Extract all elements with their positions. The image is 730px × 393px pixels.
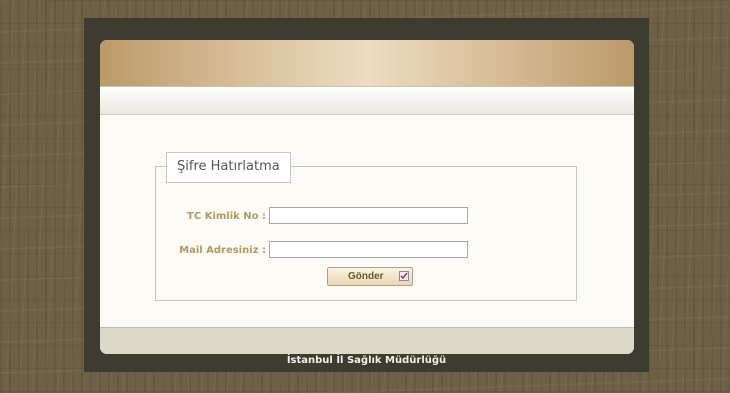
tc-kimlik-input[interactable] [269,207,468,224]
tc-kimlik-label: TC Kimlik No : [187,211,266,222]
panel-header-banner [100,40,634,87]
fieldset-legend: Şifre Hatırlatma [166,152,291,183]
page-frame: Şifre Hatırlatma TC Kimlik No : Mail Adr… [84,18,649,372]
panel-footer-bar [100,327,634,354]
mail-label: Mail Adresiniz : [179,245,266,256]
mail-input[interactable] [269,241,468,258]
submit-button[interactable]: Gönder [327,267,413,286]
login-panel: Şifre Hatırlatma TC Kimlik No : Mail Adr… [100,40,634,354]
checkmark-icon [399,271,409,281]
footer-organization-name: İstanbul İl Sağlık Müdürlüğü [286,355,447,366]
submit-button-label: Gönder [348,271,384,282]
panel-subbar [100,87,634,115]
password-reminder-fieldset: Şifre Hatırlatma TC Kimlik No : Mail Adr… [155,152,577,301]
